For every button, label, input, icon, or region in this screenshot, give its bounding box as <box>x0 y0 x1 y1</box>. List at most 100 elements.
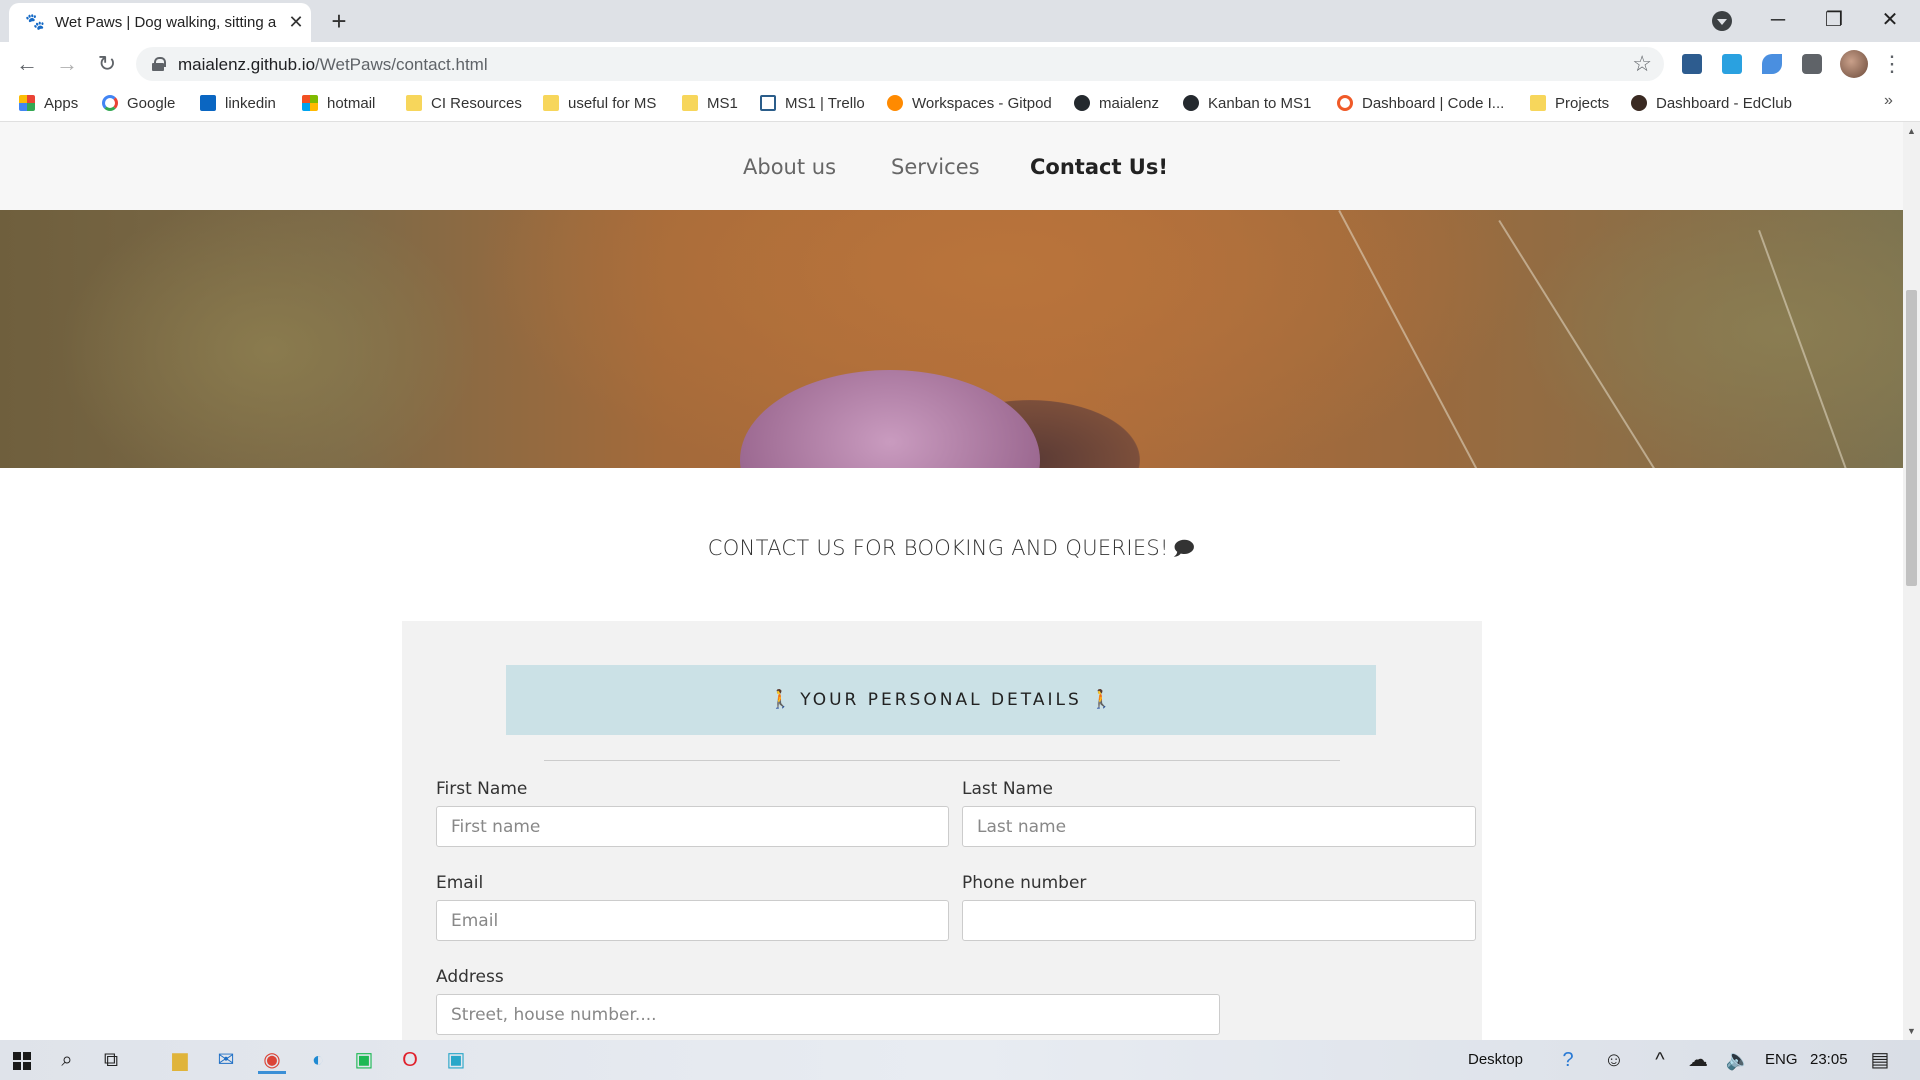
chat-bubble-icon: 🗩 <box>1172 536 1196 560</box>
site-navbar: About us Services Contact Us! <box>0 122 1903 210</box>
file-explorer-icon[interactable]: ▆ <box>166 1046 194 1074</box>
puzzle-icon[interactable] <box>1802 54 1822 74</box>
bookmark-ms1-trello[interactable]: MS1 | Trello <box>760 93 865 115</box>
walking-person-icon: 🚶 <box>1090 689 1113 710</box>
reload-icon[interactable]: ↻ <box>91 48 123 80</box>
bookmark-star-icon[interactable]: ☆ <box>1632 51 1652 77</box>
browser-toolbar: ← → ↻ maialenz.github.io/WetPaws/contact… <box>0 42 1920 86</box>
hero-image <box>0 210 1903 468</box>
codeinstitute-icon <box>1337 95 1353 111</box>
contact-heading: CONTACT US FOR BOOKING AND QUERIES! 🗩 <box>0 534 1903 568</box>
hero-grass-strand <box>1758 230 1849 468</box>
linkedin-icon <box>200 95 216 111</box>
bookmark-projects[interactable]: Projects <box>1530 93 1609 115</box>
url-text[interactable]: maialenz.github.io/WetPaws/contact.html <box>178 55 488 75</box>
more-bookmarks-icon[interactable]: » <box>1884 92 1893 110</box>
bookmark-ms1[interactable]: MS1 <box>682 93 738 115</box>
page-viewport: About us Services Contact Us! CONTACT US… <box>0 122 1903 1040</box>
app-icon[interactable]: ▣ <box>442 1046 470 1074</box>
feather-extension-icon[interactable] <box>1762 54 1782 74</box>
tab-title: Wet Paws | Dog walking, sitting a <box>55 14 277 31</box>
google-icon <box>102 95 118 111</box>
extension-icon[interactable] <box>1682 54 1702 74</box>
minimize-button[interactable]: ─ <box>1750 0 1806 40</box>
people-icon[interactable]: ☺ <box>1600 1046 1628 1074</box>
bookmark-linkedin[interactable]: linkedin <box>200 93 276 115</box>
bookmark-gitpod[interactable]: Workspaces - Gitpod <box>887 93 1052 115</box>
scroll-up-icon[interactable]: ▲ <box>1907 126 1916 136</box>
nav-contact[interactable]: Contact Us! <box>1030 155 1168 179</box>
edclub-icon <box>1631 95 1647 111</box>
task-view-icon[interactable]: ⧉ <box>97 1046 125 1074</box>
close-tab-icon[interactable]: ✕ <box>285 11 307 33</box>
mail-icon[interactable]: ✉ <box>212 1046 240 1074</box>
first-name-input[interactable] <box>436 806 949 847</box>
chrome-icon[interactable]: ◉ <box>258 1046 286 1074</box>
profile-avatar[interactable] <box>1840 50 1868 78</box>
back-icon[interactable]: ← <box>11 48 43 80</box>
clock[interactable]: 23:05 <box>1810 1051 1848 1068</box>
last-name-input[interactable] <box>962 806 1476 847</box>
bookmark-apps[interactable]: Apps <box>19 93 78 115</box>
browser-tab-strip: 🐾 Wet Paws | Dog walking, sitting a ✕ + … <box>0 0 1920 42</box>
folder-icon <box>543 95 559 111</box>
phone-input[interactable] <box>962 900 1476 941</box>
new-tab-button[interactable]: + <box>324 6 354 36</box>
bookmark-edclub[interactable]: Dashboard - EdClub <box>1631 93 1792 115</box>
last-name-label: Last Name <box>962 779 1053 799</box>
help-icon[interactable]: ? <box>1554 1046 1582 1074</box>
language-indicator[interactable]: ENG <box>1765 1051 1798 1068</box>
hero-grass-strand <box>1498 220 1659 468</box>
start-button[interactable] <box>13 1052 31 1070</box>
email-input[interactable] <box>436 900 949 941</box>
restore-button[interactable]: ❐ <box>1806 0 1862 40</box>
page-scrollbar[interactable]: ▲ ▼ <box>1903 122 1920 1040</box>
windows-taskbar: ⌕ ⧉ ▆ ✉ ◉ ◐ ▣ O ▣ Desktop ? ☺ ^ ☁ 🔈 ENG … <box>0 1040 1920 1080</box>
chevron-up-icon[interactable]: ^ <box>1646 1046 1674 1074</box>
walking-person-icon: 🚶 <box>769 689 792 710</box>
first-name-label: First Name <box>436 779 528 799</box>
bookmark-kanban[interactable]: Kanban to MS1 <box>1183 93 1311 115</box>
bookmark-hotmail[interactable]: hotmail <box>302 93 375 115</box>
nav-services[interactable]: Services <box>891 155 980 179</box>
folder-icon <box>406 95 422 111</box>
windows-extension-icon[interactable] <box>1722 54 1742 74</box>
desktop-toolbar-label[interactable]: Desktop <box>1468 1051 1523 1068</box>
tab-search-icon[interactable] <box>1712 11 1732 31</box>
browser-menu-icon[interactable]: ⋮ <box>1880 50 1904 78</box>
gitpod-icon <box>887 95 903 111</box>
scroll-thumb[interactable] <box>1906 290 1917 586</box>
onedrive-icon[interactable]: ☁ <box>1684 1046 1712 1074</box>
nav-about[interactable]: About us <box>743 155 836 179</box>
lock-icon[interactable] <box>152 57 166 71</box>
opera-icon[interactable]: O <box>396 1046 424 1074</box>
address-bar[interactable]: maialenz.github.io/WetPaws/contact.html … <box>136 47 1664 81</box>
contact-form: 🚶 YOUR PERSONAL DETAILS 🚶 First Name Las… <box>402 621 1482 1040</box>
forward-icon[interactable]: → <box>51 48 83 80</box>
address-input[interactable] <box>436 994 1220 1035</box>
email-label: Email <box>436 873 484 893</box>
bookmark-maialenz[interactable]: maialenz <box>1074 93 1159 115</box>
edge-icon[interactable]: ◐ <box>304 1046 332 1074</box>
close-window-button[interactable]: ✕ <box>1862 0 1918 40</box>
notifications-icon[interactable]: ▤ <box>1866 1046 1894 1074</box>
bookmark-code-institute[interactable]: Dashboard | Code I... <box>1337 93 1504 115</box>
search-icon[interactable]: ⌕ <box>53 1046 81 1074</box>
section-title: YOUR PERSONAL DETAILS <box>800 690 1082 710</box>
scroll-down-icon[interactable]: ▼ <box>1907 1026 1916 1036</box>
folder-icon <box>1530 95 1546 111</box>
address-label: Address <box>436 967 504 987</box>
bookmark-google[interactable]: Google <box>102 93 175 115</box>
github-icon <box>1183 95 1199 111</box>
bookmark-useful-for-ms[interactable]: useful for MS <box>543 93 656 115</box>
trello-icon <box>760 95 776 111</box>
bookmarks-bar: Apps Google linkedin hotmail CI Resource… <box>0 86 1920 122</box>
spotify-icon[interactable]: ▣ <box>350 1046 378 1074</box>
folder-icon <box>682 95 698 111</box>
microsoft-icon <box>302 95 318 111</box>
bookmark-ci-resources[interactable]: CI Resources <box>406 93 522 115</box>
volume-icon[interactable]: 🔈 <box>1724 1046 1752 1074</box>
phone-label: Phone number <box>962 873 1087 893</box>
browser-tab[interactable]: 🐾 Wet Paws | Dog walking, sitting a ✕ <box>9 3 311 42</box>
personal-details-banner: 🚶 YOUR PERSONAL DETAILS 🚶 <box>506 665 1376 735</box>
